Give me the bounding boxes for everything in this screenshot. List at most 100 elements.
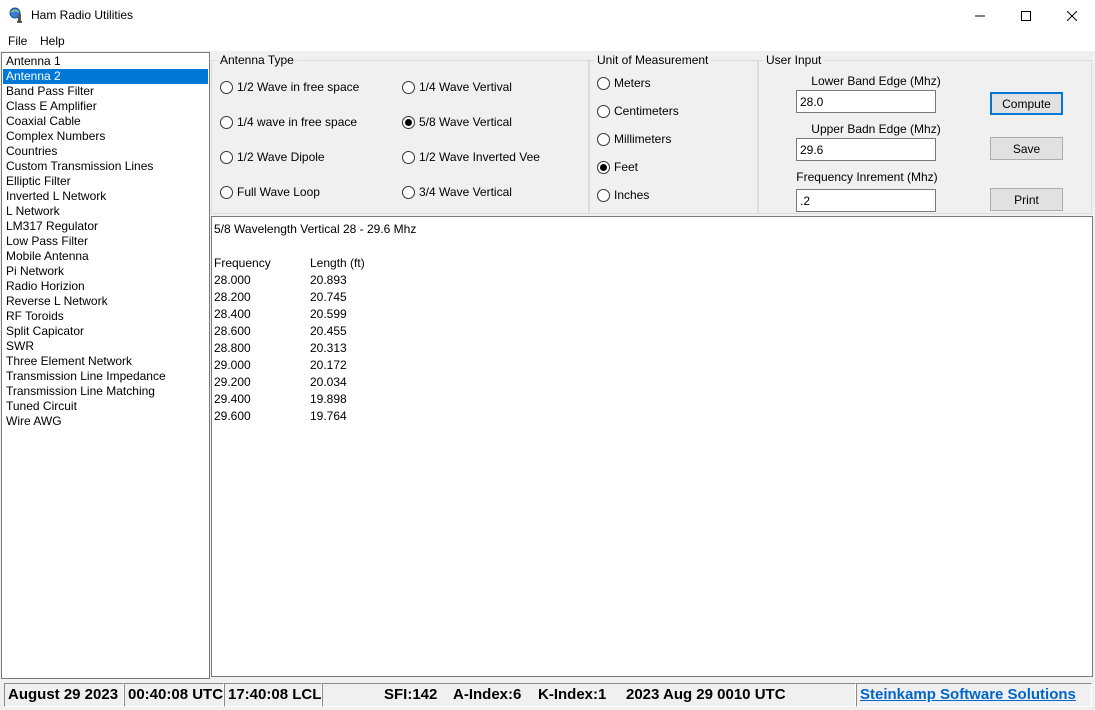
window-title: Ham Radio Utilities (31, 8, 134, 22)
antenna-type-label: 3/4 Wave Vertical (419, 185, 512, 199)
unit-label: Millimeters (614, 132, 672, 146)
result-frequency: 28.800 (214, 341, 251, 355)
minimize-button[interactable] (957, 0, 1003, 31)
status-date: August 29 2023 (4, 683, 124, 707)
sidebar-item[interactable]: SWR (3, 339, 208, 354)
antenna-type-option[interactable]: 3/4 Wave Vertical (402, 185, 512, 199)
sidebar-item[interactable]: Class E Amplifier (3, 99, 208, 114)
result-frequency: 29.000 (214, 358, 251, 372)
unit-option[interactable]: Inches (597, 188, 649, 202)
solar-flux-index: SFI:142 (384, 686, 438, 703)
result-length: 19.764 (310, 409, 347, 423)
antenna-type-option[interactable]: 1/4 Wave Vertival (402, 80, 512, 94)
close-button[interactable] (1049, 0, 1095, 31)
radio-button[interactable] (597, 132, 610, 146)
user-input-legend: User Input (763, 53, 825, 67)
radio-button[interactable] (402, 115, 415, 129)
antenna-type-option[interactable]: Full Wave Loop (220, 185, 320, 199)
sidebar-item[interactable]: Complex Numbers (3, 129, 208, 144)
result-frequency: 29.200 (214, 375, 251, 389)
result-length: 20.745 (310, 290, 347, 304)
upper-band-input[interactable] (796, 138, 936, 161)
radio-button[interactable] (220, 115, 233, 129)
sidebar-item[interactable]: Reverse L Network (3, 294, 208, 309)
tool-list[interactable]: Antenna 1 Antenna 2 Band Pass Filter Class … (1, 52, 210, 679)
antenna-type-label: 1/2 Wave in free space (237, 80, 360, 94)
sidebar-item[interactable]: Low Pass Filter (3, 234, 208, 249)
radio-button[interactable] (597, 160, 610, 174)
lower-band-input[interactable] (796, 90, 936, 113)
print-button[interactable]: Print (990, 188, 1063, 211)
result-frequency: 29.600 (214, 409, 251, 423)
sidebar-item[interactable]: Inverted L Network (3, 189, 208, 204)
antenna-type-option[interactable]: 1/2 Wave Dipole (220, 150, 325, 164)
antenna-type-label: 1/4 wave in free space (237, 115, 358, 129)
sidebar-item[interactable]: Radio Horizion (3, 279, 208, 294)
antenna-type-option[interactable]: 1/2 Wave Inverted Vee (402, 150, 540, 164)
sidebar-item[interactable]: RF Toroids (3, 309, 208, 324)
compute-button[interactable]: Compute (990, 92, 1063, 115)
company-link[interactable]: Steinkamp Software Solutions (860, 686, 1076, 703)
sidebar-item[interactable]: Antenna 1 (3, 54, 208, 69)
radio-button[interactable] (220, 80, 233, 94)
sidebar-item[interactable]: Coaxial Cable (3, 114, 208, 129)
menu-bar: File Help (0, 31, 1095, 51)
menu-file[interactable]: File (8, 34, 27, 48)
radio-button[interactable] (402, 80, 415, 94)
unit-option[interactable]: Feet (597, 160, 638, 174)
radio-button[interactable] (220, 150, 233, 164)
radio-button[interactable] (402, 185, 415, 199)
sidebar-item[interactable]: Transmission Line Matching (3, 384, 208, 399)
k-index: K-Index:1 (538, 686, 607, 703)
sidebar-item[interactable]: L Network (3, 204, 208, 219)
antenna-type-label: 1/2 Wave Dipole (237, 150, 325, 164)
sidebar-item[interactable]: Antenna 2 (3, 69, 208, 84)
sidebar-item[interactable]: Split Capicator (3, 324, 208, 339)
unit-option[interactable]: Centimeters (597, 104, 679, 118)
radio-button[interactable] (220, 185, 233, 199)
sidebar-item[interactable]: Elliptic Filter (3, 174, 208, 189)
result-frequency: 28.000 (214, 273, 251, 287)
antenna-type-label: 1/4 Wave Vertival (419, 80, 512, 94)
menu-help[interactable]: Help (40, 34, 65, 48)
antenna-type-option[interactable]: 5/8 Wave Vertical (402, 115, 512, 129)
sidebar-item[interactable]: Mobile Antenna (3, 249, 208, 264)
sidebar-item[interactable]: LM317 Regulator (3, 219, 208, 234)
increment-label: Frequency Inrement (Mhz) (796, 170, 938, 184)
antenna-type-label: 1/2 Wave Inverted Vee (419, 150, 540, 164)
solar-data-panel: SFI:142 A-Index:6 K-Index:1 2023 Aug 29 … (322, 683, 856, 707)
increment-input[interactable] (796, 189, 936, 212)
frequency-column-header: Frequency (214, 256, 271, 270)
sidebar-item[interactable]: Tuned Circuit (3, 399, 208, 414)
sidebar-item[interactable]: Countries (3, 144, 208, 159)
antenna-type-option[interactable]: 1/2 Wave in free space (220, 80, 359, 94)
sidebar-item[interactable]: Pi Network (3, 264, 208, 279)
antenna-type-label: 5/8 Wave Vertical (419, 115, 512, 129)
sidebar-item[interactable]: Transmission Line Impedance (3, 369, 208, 384)
sidebar-item[interactable]: Custom Transmission Lines (3, 159, 208, 174)
sidebar-item[interactable]: Three Element Network (3, 354, 208, 369)
sidebar-item[interactable]: Band Pass Filter (3, 84, 208, 99)
result-length: 20.599 (310, 307, 347, 321)
unit-option[interactable]: Meters (597, 76, 651, 90)
result-length: 19.898 (310, 392, 347, 406)
sidebar-item[interactable]: Wire AWG (3, 414, 208, 429)
unit-label: Inches (614, 188, 650, 202)
radio-button[interactable] (597, 104, 610, 118)
title-bar: Ham Radio Utilities (0, 0, 1095, 31)
status-utc-time: 00:40:08 UTC (124, 683, 224, 707)
antenna-type-legend: Antenna Type (217, 53, 297, 67)
results-heading: 5/8 Wavelength Vertical 28 - 29.6 Mhz (214, 222, 417, 236)
minimize-icon (975, 15, 985, 16)
close-icon (1067, 10, 1077, 21)
radio-button[interactable] (402, 150, 415, 164)
antenna-type-option[interactable]: 1/4 wave in free space (220, 115, 357, 129)
maximize-icon (1021, 10, 1031, 21)
radio-button[interactable] (597, 188, 610, 202)
maximize-button[interactable] (1003, 0, 1049, 31)
unit-option[interactable]: Millimeters (597, 132, 671, 146)
status-bar: August 29 2023 00:40:08 UTC 17:40:08 LCL… (0, 680, 1095, 710)
results-output[interactable]: 5/8 Wavelength Vertical 28 - 29.6 Mhz Fr… (211, 216, 1093, 677)
save-button[interactable]: Save (990, 137, 1063, 160)
radio-button[interactable] (597, 76, 610, 90)
